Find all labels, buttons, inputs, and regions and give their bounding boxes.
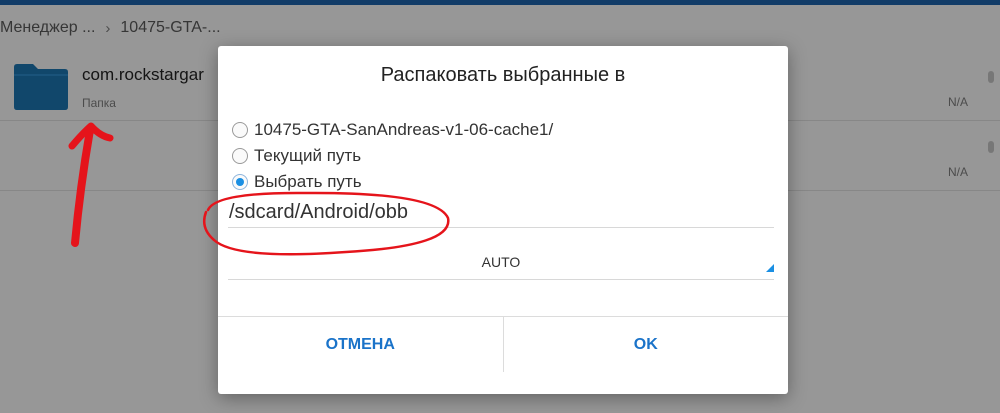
radio-label: Выбрать путь [254, 172, 362, 191]
radio-option-archive-folder[interactable]: 10475-GTA-SanAndreas-v1-06-cache1/ [232, 120, 553, 140]
dropdown-corner-icon [766, 264, 774, 272]
encoding-select-value: AUTO [481, 254, 521, 270]
radio-button[interactable] [232, 148, 248, 164]
ok-button[interactable]: OK [502, 317, 789, 372]
radio-option-current-path[interactable]: Текущий путь [232, 146, 361, 166]
extract-dialog: Распаковать выбранные в 10475-GTA-SanAnd… [218, 46, 788, 394]
path-input[interactable] [228, 198, 774, 228]
dialog-title: Распаковать выбранные в [380, 64, 626, 86]
radio-button[interactable] [232, 122, 248, 138]
radio-option-choose-path[interactable]: Выбрать путь [232, 172, 362, 192]
dialog-button-bar: ОТМЕНА OK [218, 316, 788, 372]
cancel-button[interactable]: ОТМЕНА [218, 317, 503, 372]
radio-label: 10475-GTA-SanAndreas-v1-06-cache1/ [254, 120, 554, 139]
radio-label: Текущий путь [254, 146, 362, 165]
encoding-select[interactable]: AUTO [228, 244, 774, 280]
radio-button-selected[interactable] [232, 174, 248, 190]
